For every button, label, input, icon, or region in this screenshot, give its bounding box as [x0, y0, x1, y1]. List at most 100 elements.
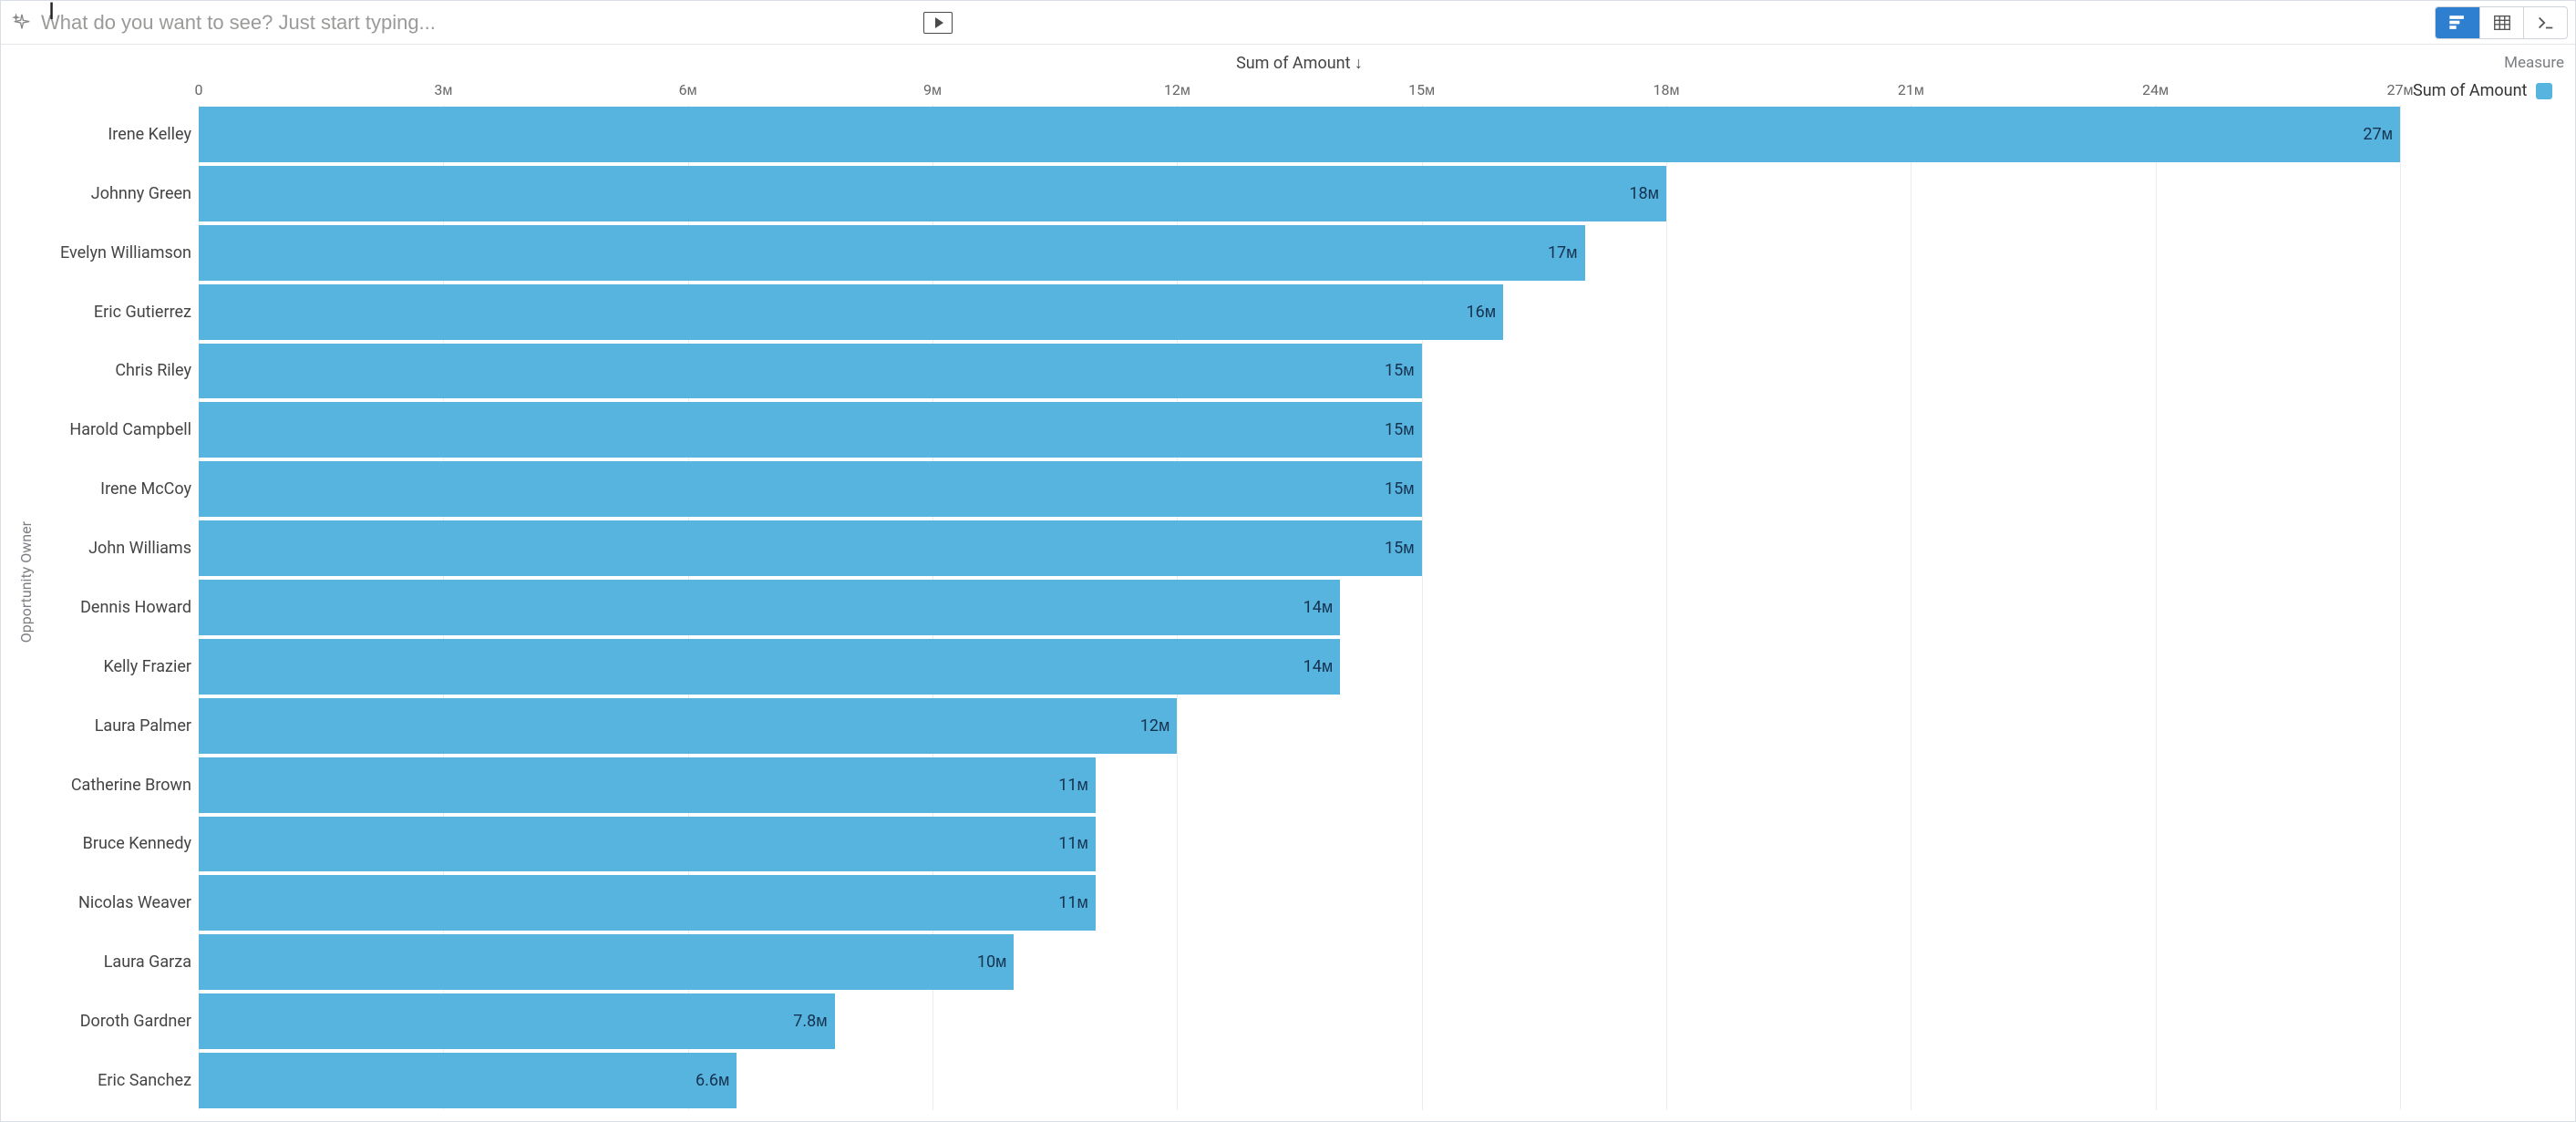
bar-row: 7.8ᴍ: [199, 992, 2400, 1051]
bar-row: 17ᴍ: [199, 223, 2400, 283]
app-frame: I: [0, 0, 2576, 1122]
table-mode-button[interactable]: [2479, 7, 2523, 38]
x-tick: 27ᴍ: [2387, 81, 2414, 99]
category-label[interactable]: Laura Garza: [39, 932, 199, 992]
bar-row: 10ᴍ: [199, 932, 2400, 992]
category-label[interactable]: Eric Sanchez: [39, 1051, 199, 1110]
bar-value-label: 14ᴍ: [1303, 657, 1334, 676]
bar[interactable]: 11ᴍ: [199, 875, 1096, 931]
bar[interactable]: 27ᴍ: [199, 107, 2400, 162]
legend-item[interactable]: Sum of Amount: [2413, 81, 2564, 100]
bar-row: 11ᴍ: [199, 815, 2400, 874]
category-label[interactable]: Irene McCoy: [39, 459, 199, 519]
bar[interactable]: 16ᴍ: [199, 284, 1503, 340]
category-label[interactable]: Doroth Gardner: [39, 992, 199, 1051]
chart-mode-button[interactable]: [2436, 7, 2479, 38]
category-label[interactable]: Evelyn Williamson: [39, 223, 199, 283]
bar-row: 14ᴍ: [199, 578, 2400, 637]
bars: 27ᴍ 18ᴍ 17ᴍ 16ᴍ 15ᴍ 15ᴍ 15ᴍ 15ᴍ 14ᴍ 14ᴍ 12ᴍ 11ᴍ 11ᴍ 1…: [199, 105, 2400, 1110]
bar-value-label: 14ᴍ: [1303, 598, 1334, 617]
bars-wrap: 27ᴍ 18ᴍ 17ᴍ 16ᴍ 15ᴍ 15ᴍ 15ᴍ 15ᴍ 14ᴍ 14ᴍ 12ᴍ 11ᴍ 11ᴍ 1…: [199, 105, 2400, 1110]
category-axis-col: Irene KelleyJohnny GreenEvelyn Williamso…: [39, 54, 199, 1110]
bar[interactable]: 18ᴍ: [199, 166, 1666, 221]
y-axis-label-col: Opportunity Owner: [12, 54, 39, 1110]
bar-value-label: 17ᴍ: [1548, 243, 1578, 262]
x-tick: 0: [195, 81, 203, 98]
bar-value-label: 15ᴍ: [1385, 479, 1415, 499]
terminal-icon: [2536, 13, 2556, 33]
category-label[interactable]: John Williams: [39, 519, 199, 578]
search-wrap: I: [41, 11, 953, 35]
legend-series-label: Sum of Amount: [2413, 81, 2527, 100]
bar-row: 18ᴍ: [199, 164, 2400, 223]
category-label[interactable]: Chris Riley: [39, 342, 199, 401]
cat-pad: [39, 54, 199, 105]
bar-value-label: 11ᴍ: [1058, 893, 1088, 912]
bar-value-label: 10ᴍ: [977, 952, 1007, 972]
category-label[interactable]: Irene Kelley: [39, 105, 199, 164]
category-label[interactable]: Nicolas Weaver: [39, 873, 199, 932]
bar[interactable]: 6.6ᴍ: [199, 1053, 737, 1108]
gridline: [2400, 105, 2401, 1110]
category-label[interactable]: Kelly Frazier: [39, 637, 199, 696]
bar-row: 15ᴍ: [199, 459, 2400, 519]
bar-row: 12ᴍ: [199, 696, 2400, 756]
bar[interactable]: 10ᴍ: [199, 934, 1014, 990]
bar-value-label: 15ᴍ: [1385, 420, 1415, 439]
category-label[interactable]: Harold Campbell: [39, 400, 199, 459]
x-tick: 24ᴍ: [2142, 81, 2169, 99]
bar-value-label: 15ᴍ: [1385, 539, 1415, 558]
bar-value-label: 18ᴍ: [1629, 184, 1659, 203]
bar-row: 15ᴍ: [199, 519, 2400, 578]
bar-value-label: 11ᴍ: [1058, 834, 1088, 853]
bar-value-label: 11ᴍ: [1058, 776, 1088, 795]
bar[interactable]: 7.8ᴍ: [199, 993, 835, 1049]
search-input[interactable]: [41, 11, 916, 35]
bar-value-label: 15ᴍ: [1385, 361, 1415, 380]
category-label[interactable]: Catherine Brown: [39, 756, 199, 815]
x-tick: 3ᴍ: [434, 81, 452, 99]
bar[interactable]: 14ᴍ: [199, 580, 1340, 635]
x-tick: 15ᴍ: [1408, 81, 1435, 99]
bar[interactable]: 11ᴍ: [199, 817, 1096, 872]
category-label[interactable]: Bruce Kennedy: [39, 815, 199, 874]
x-ticks-row: 03ᴍ6ᴍ9ᴍ12ᴍ15ᴍ18ᴍ21ᴍ24ᴍ27ᴍ: [199, 81, 2400, 105]
category-label[interactable]: Eric Gutierrez: [39, 283, 199, 342]
topbar: I: [1, 1, 2575, 45]
x-tick: 21ᴍ: [1898, 81, 1924, 99]
y-axis-label: Opportunity Owner: [17, 521, 35, 643]
saql-mode-button[interactable]: [2523, 7, 2567, 38]
run-query-button[interactable]: [923, 12, 953, 34]
bar[interactable]: 15ᴍ: [199, 520, 1422, 576]
x-tick: 18ᴍ: [1654, 81, 1680, 99]
category-label[interactable]: Johnny Green: [39, 164, 199, 223]
play-icon: [935, 17, 943, 28]
bar-row: 6.6ᴍ: [199, 1051, 2400, 1110]
view-mode-group: [2435, 6, 2568, 39]
category-list: Irene KelleyJohnny GreenEvelyn Williamso…: [39, 105, 199, 1110]
category-label[interactable]: Dennis Howard: [39, 578, 199, 637]
sparkle-icon: [12, 13, 32, 33]
bar[interactable]: 17ᴍ: [199, 225, 1585, 281]
x-tick: 12ᴍ: [1164, 81, 1190, 99]
category-label[interactable]: Laura Palmer: [39, 696, 199, 756]
bar-row: 14ᴍ: [199, 637, 2400, 696]
bar[interactable]: 15ᴍ: [199, 344, 1422, 399]
x-ticks-inner: 03ᴍ6ᴍ9ᴍ12ᴍ15ᴍ18ᴍ21ᴍ24ᴍ27ᴍ: [199, 81, 2400, 105]
bar[interactable]: 15ᴍ: [199, 461, 1422, 517]
bar[interactable]: 14ᴍ: [199, 639, 1340, 695]
bar-row: 11ᴍ: [199, 873, 2400, 932]
bar-row: 11ᴍ: [199, 756, 2400, 815]
chart-title-row: Sum of Amount ↓: [199, 54, 2400, 81]
bar-value-label: 7.8ᴍ: [793, 1012, 827, 1031]
chart-title: Sum of Amount ↓: [1236, 54, 1363, 73]
bar[interactable]: 11ᴍ: [199, 757, 1096, 813]
legend-swatch: [2536, 83, 2552, 99]
bar-value-label: 6.6ᴍ: [696, 1071, 729, 1090]
bar-row: 16ᴍ: [199, 283, 2400, 342]
bar[interactable]: 12ᴍ: [199, 698, 1177, 754]
bar[interactable]: 15ᴍ: [199, 402, 1422, 458]
bar-value-label: 12ᴍ: [1140, 716, 1170, 736]
plot-col: Sum of Amount ↓ 03ᴍ6ᴍ9ᴍ12ᴍ15ᴍ18ᴍ21ᴍ24ᴍ27…: [199, 54, 2400, 1110]
bar-value-label: 27ᴍ: [2363, 125, 2393, 144]
